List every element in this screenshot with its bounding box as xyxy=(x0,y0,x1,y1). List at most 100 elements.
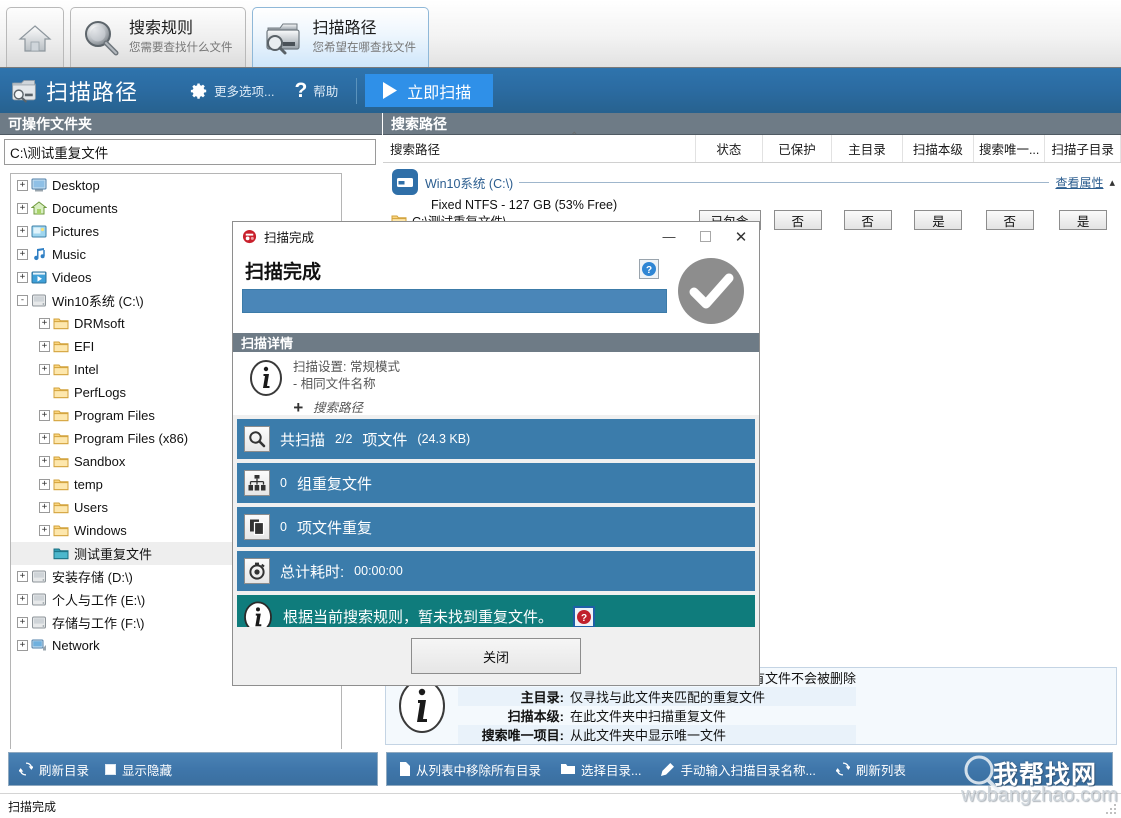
tab-label: 搜索规则 xyxy=(129,20,233,38)
folder-icon xyxy=(53,339,69,354)
view-properties-link[interactable]: 查看属性 xyxy=(1055,174,1103,191)
drive-group-row[interactable]: Win10系统 (C:\) 查看属性 ▴ Fixed NTFS - 127 GB… xyxy=(383,163,1121,207)
resize-grip[interactable] xyxy=(1106,804,1118,816)
refresh-directory-button[interactable]: 刷新目录 xyxy=(19,760,89,779)
sort-ascending-icon: ⌃ xyxy=(570,131,578,142)
dialog-close-action-button[interactable]: 关闭 xyxy=(411,638,581,674)
tab-search-rules[interactable]: 搜索规则 您需要查找什么文件 xyxy=(70,7,246,67)
tree-item-label: 测试重复文件 xyxy=(74,544,152,563)
tree-item-label: Win10系统 (C:\) xyxy=(52,291,144,310)
close-button[interactable]: ✕ xyxy=(723,222,759,251)
checkbox-icon[interactable] xyxy=(105,764,116,775)
elapsed-time-value: 00:00:00 xyxy=(354,564,403,578)
tab-home[interactable] xyxy=(6,7,64,67)
legend-key: 搜索唯一项目: xyxy=(458,725,570,744)
dialog-title-bar[interactable]: 扫描完成 — ✕ xyxy=(233,222,759,251)
remove-all-directories-button[interactable]: 从列表中移除所有目录 xyxy=(399,760,541,779)
scan-settings-detail: - 相同文件名称 xyxy=(293,376,400,393)
expand-toggle-icon[interactable]: + xyxy=(17,249,28,260)
maximize-button[interactable] xyxy=(687,222,723,251)
choose-directory-label: 选择目录... xyxy=(581,760,641,779)
show-hidden-checkbox[interactable]: 显示隐藏 xyxy=(105,760,172,779)
tree-spacer xyxy=(39,548,50,559)
row-cell-button-3[interactable]: 是 xyxy=(914,210,962,230)
expand-toggle-icon[interactable]: + xyxy=(39,479,50,490)
expand-toggle-icon[interactable]: + xyxy=(39,502,50,513)
expand-toggle-icon[interactable]: + xyxy=(39,341,50,352)
expand-toggle-icon[interactable]: + xyxy=(17,180,28,191)
expand-toggle-icon[interactable]: + xyxy=(39,410,50,421)
expand-toggle-icon[interactable]: + xyxy=(39,364,50,375)
expand-toggle-icon[interactable]: + xyxy=(39,525,50,536)
help-button[interactable]: ? 帮助 xyxy=(284,80,348,101)
row-cell-wrapper-4: 否 xyxy=(974,210,1045,230)
scan-complete-dialog: 扫描完成 — ✕ 扫描完成 ? 扫描详情 xyxy=(232,221,760,686)
folder-icon xyxy=(53,431,69,446)
expand-toggle-icon[interactable]: + xyxy=(17,203,28,214)
chevron-up-icon[interactable]: ▴ xyxy=(1109,176,1115,189)
drive-name: Win10系统 (C:\) xyxy=(425,173,513,192)
tree-item-label: Program Files xyxy=(74,408,155,423)
tab-label: 扫描路径 xyxy=(313,20,417,38)
manual-input-button[interactable]: 手动输入扫描目录名称... xyxy=(661,760,815,779)
legend-key: 扫描本级: xyxy=(458,706,570,725)
choose-directory-button[interactable]: 选择目录... xyxy=(561,760,641,779)
dialog-help-button[interactable]: ? xyxy=(639,259,659,279)
pencil-icon xyxy=(661,763,674,776)
column-header-5[interactable]: 搜索唯一... xyxy=(974,135,1045,162)
collapse-toggle-icon[interactable]: - xyxy=(17,295,28,306)
row-cell-button-1[interactable]: 否 xyxy=(774,210,822,230)
scan-now-label: 立即扫描 xyxy=(407,79,471,103)
result-help-button[interactable]: ? xyxy=(573,606,595,628)
drive-icon xyxy=(31,569,47,584)
expand-toggle-icon[interactable]: + xyxy=(17,617,28,628)
right-bottom-toolbar: 从列表中移除所有目录 选择目录... 手动输入扫描目录名称... 刷新列表 xyxy=(386,752,1113,786)
duplicate-files-count: 0 xyxy=(280,520,287,534)
column-header-4[interactable]: 扫描本级 xyxy=(903,135,974,162)
tree-item-label: EFI xyxy=(74,339,94,354)
success-check-icon xyxy=(675,255,747,330)
expand-toggle-icon[interactable]: + xyxy=(17,226,28,237)
folder-icon xyxy=(53,454,69,469)
row-cell-button-2[interactable]: 否 xyxy=(844,210,892,230)
expand-toggle-icon[interactable]: + xyxy=(17,640,28,651)
current-path-field[interactable]: C:\测试重复文件 xyxy=(4,139,376,165)
tree-item-label: Desktop xyxy=(52,178,100,193)
expand-toggle-icon[interactable]: + xyxy=(17,272,28,283)
drive-rule-line xyxy=(519,182,1049,183)
drive-icon xyxy=(31,592,47,607)
more-options-button[interactable]: 更多选项... xyxy=(180,81,284,100)
page-icon xyxy=(399,762,410,776)
music-icon xyxy=(31,247,47,262)
column-header-0[interactable]: 搜索路径⌃ xyxy=(383,135,696,162)
tab-sublabel: 您希望在哪查找文件 xyxy=(313,42,417,55)
expand-toggle-icon[interactable]: + xyxy=(17,594,28,605)
tree-item-0[interactable]: + Desktop xyxy=(11,174,341,197)
legend-value: 仅寻找与此文件夹匹配的重复文件 xyxy=(570,687,765,706)
more-options-label: 更多选项... xyxy=(214,81,274,100)
tree-item-1[interactable]: +Documents xyxy=(11,197,341,220)
row-cell-button-4[interactable]: 否 xyxy=(986,210,1034,230)
column-header-6[interactable]: 扫描子目录 xyxy=(1045,135,1121,162)
drive-icon xyxy=(389,167,421,197)
scan-now-button[interactable]: 立即扫描 xyxy=(365,74,493,107)
refresh-list-button[interactable]: 刷新列表 xyxy=(836,760,906,779)
folder-icon xyxy=(561,763,575,775)
expand-toggle-icon[interactable]: + xyxy=(17,571,28,582)
row-cell-button-5[interactable]: 是 xyxy=(1059,210,1107,230)
tab-scan-paths[interactable]: 扫描路径 您希望在哪查找文件 xyxy=(252,7,430,67)
column-header-2[interactable]: 已保护 xyxy=(763,135,833,162)
expand-toggle-icon[interactable]: + xyxy=(39,456,50,467)
minimize-button[interactable]: — xyxy=(651,222,687,251)
expand-toggle-icon[interactable]: + xyxy=(39,433,50,444)
tree-item-label: DRMsoft xyxy=(74,316,125,331)
left-bottom-toolbar: 刷新目录 显示隐藏 xyxy=(8,752,378,786)
tree-item-label: Sandbox xyxy=(74,454,125,469)
search-paths-expander[interactable]: + 搜索路径 xyxy=(293,397,400,420)
legend-row-1: 主目录:仅寻找与此文件夹匹配的重复文件 xyxy=(458,687,856,706)
expand-toggle-icon[interactable]: + xyxy=(39,318,50,329)
folder-icon xyxy=(53,316,69,331)
column-header-1[interactable]: 状态 xyxy=(696,135,763,162)
column-header-label: 搜索路径 xyxy=(390,139,440,158)
column-header-3[interactable]: 主目录 xyxy=(832,135,902,162)
